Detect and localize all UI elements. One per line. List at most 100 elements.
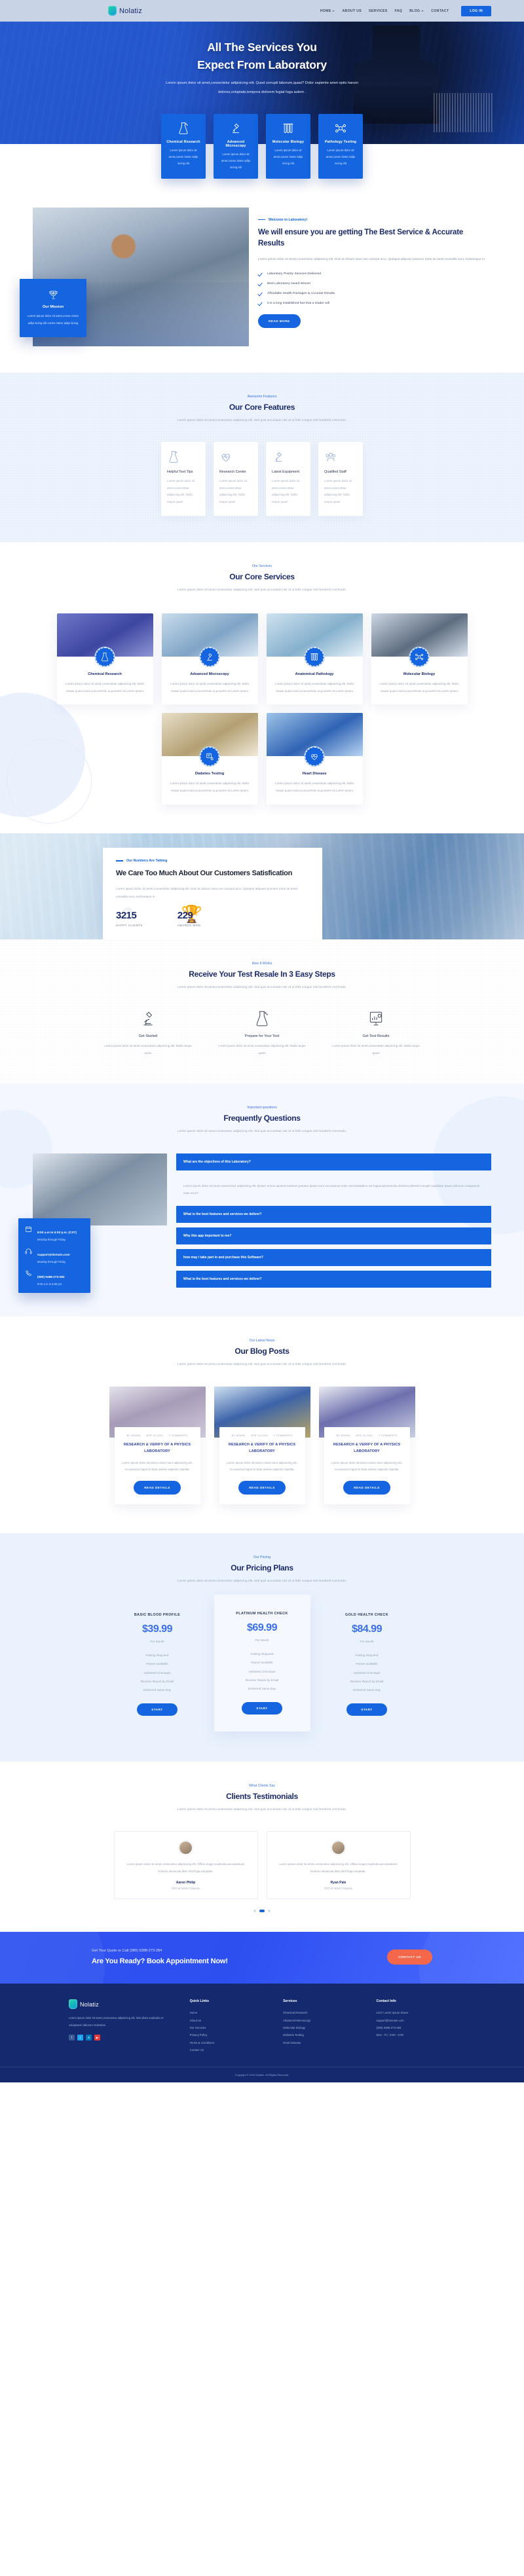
faq-question-header[interactable]: What is the best features and services w… bbox=[176, 1271, 491, 1288]
footer-link[interactable]: Home bbox=[190, 2009, 269, 2016]
service-card[interactable]: Molecular Biology Lorem ipsum dolor sit … bbox=[371, 613, 468, 705]
youtube-icon[interactable]: ▶ bbox=[94, 2035, 100, 2041]
faq-tag: Important questions bbox=[247, 1106, 277, 1110]
pricing-card[interactable]: BASIC BLOOD PROFILE $39.99 Per Month Fas… bbox=[109, 1603, 206, 1728]
how-title: Receive Your Test Resale In 3 Easy Steps bbox=[189, 970, 335, 979]
nav-item-faq[interactable]: FAQ bbox=[395, 9, 403, 13]
plan-feature: Receive Report by Email bbox=[350, 1680, 384, 1684]
faq-question-header[interactable]: What are the objectives of this Laborato… bbox=[176, 1153, 491, 1170]
service-card[interactable]: Chemical Research Lorem ipsum dolor sit … bbox=[56, 613, 153, 705]
plan-start-button[interactable]: START bbox=[137, 1703, 178, 1716]
read-details-button[interactable]: READ DETAILS bbox=[238, 1480, 286, 1495]
flask-icon bbox=[95, 647, 115, 666]
nav-item-contact[interactable]: CONTACT bbox=[431, 9, 449, 13]
top-service-card[interactable]: Molecular Biology Lorem ipsum dolor sit … bbox=[266, 114, 310, 179]
service-title: Advanced Microscopy bbox=[190, 672, 229, 676]
faq-question-header[interactable]: how may i take part in and purchase this… bbox=[176, 1249, 491, 1267]
footer-link[interactable]: About Us bbox=[190, 2017, 269, 2024]
counter-lead: Lorem ipsum dolor sit amet,consectetur a… bbox=[116, 887, 298, 899]
top-service-title: Chemical Research bbox=[166, 140, 200, 144]
nav-item-blog[interactable]: BLOG bbox=[409, 9, 424, 13]
service-card[interactable]: Heart Disease Lorem ipsum dolor sit amet… bbox=[266, 713, 363, 805]
carousel-dots[interactable] bbox=[33, 1910, 491, 1913]
service-text: Lorem ipsum dolor sit amet,consectetur a… bbox=[170, 681, 249, 693]
footer-link[interactable]: Contact Us bbox=[190, 2046, 269, 2054]
footer-link[interactable]: Privacy Policy bbox=[190, 2031, 269, 2039]
login-button[interactable]: LOG IN bbox=[461, 5, 491, 16]
report-icon bbox=[330, 1009, 422, 1028]
carousel-dot[interactable] bbox=[268, 1910, 271, 1913]
footer-link[interactable]: Advanced Microscopy bbox=[283, 2017, 362, 2024]
plan-feature: Fasting Required bbox=[355, 1654, 379, 1658]
logo-gem-icon bbox=[108, 6, 117, 16]
facebook-icon[interactable]: f bbox=[69, 2035, 75, 2041]
plan-start-button[interactable]: START bbox=[346, 1703, 387, 1716]
feature-card[interactable]: Research Center Lorem ipsum dolor sit am… bbox=[214, 442, 258, 517]
faq-question-header[interactable]: Why this app important to me? bbox=[176, 1227, 491, 1245]
footer-contact-item[interactable]: (080) 5388-273-284 bbox=[377, 2024, 455, 2031]
footer-link[interactable]: Heart Disease bbox=[283, 2039, 362, 2046]
top-service-card[interactable]: Chemical Research Lorem ipsum dolor sit … bbox=[161, 114, 206, 179]
feature-card[interactable]: Latest Equipment Lorem ipsum dolor sit a… bbox=[266, 442, 310, 517]
plan-feature: Unlimited Checkups bbox=[248, 1669, 276, 1673]
nav-item-services[interactable]: SERVICES bbox=[369, 9, 388, 13]
footer-contact-item[interactable]: support@domain.com bbox=[377, 2017, 455, 2024]
twitter-icon[interactable]: t bbox=[77, 2035, 83, 2041]
blog-post-title[interactable]: RESEARCH & VERIFY OF A PHYSICS LABORATOR… bbox=[227, 1442, 298, 1455]
footer-link[interactable]: Molecular Biology bbox=[283, 2024, 362, 2031]
service-card[interactable]: Diabetes Testing Lorem ipsum dolor sit a… bbox=[161, 713, 258, 805]
plan-features: Fasting Required Report available Unlimi… bbox=[116, 1651, 199, 1695]
footer-link[interactable]: Terms & Conditions bbox=[190, 2039, 269, 2046]
blog-card[interactable]: BY ADMIN APR 10,2020 7 COMMENTS RESEARCH &… bbox=[318, 1386, 415, 1504]
footer-link[interactable]: Diabetes Testing bbox=[283, 2031, 362, 2039]
faq-question-header[interactable]: What is the best features and services w… bbox=[176, 1206, 491, 1224]
feature-card[interactable]: Qualified Staff Lorem ipsum dolor sit am… bbox=[318, 442, 363, 517]
plan-feature: Fasting Required bbox=[145, 1654, 169, 1658]
service-card[interactable]: Anatomical Pathology Lorem ipsum dolor s… bbox=[266, 613, 363, 705]
carousel-dot[interactable] bbox=[253, 1910, 256, 1913]
footer-link[interactable]: Chemical Research bbox=[283, 2009, 362, 2016]
flask-icon bbox=[216, 1009, 308, 1028]
top-service-card[interactable]: Pathology Testing Lorem ipsum dolor sit … bbox=[318, 114, 363, 179]
brand-name: Nolatiz bbox=[119, 7, 143, 15]
footer-link[interactable]: Our Services bbox=[190, 2024, 269, 2031]
hero-title-line1: All The Services You bbox=[207, 41, 317, 54]
step-title: Prepare for Your Test bbox=[244, 1034, 280, 1039]
blog-post-title[interactable]: RESEARCH & VERIFY OF A PHYSICS LABORATOR… bbox=[122, 1442, 193, 1455]
nav-item-about[interactable]: ABOUT US bbox=[342, 9, 362, 13]
carousel-dot-active[interactable] bbox=[259, 1910, 265, 1913]
blog-post-text: Lorem ipsum dolor sit amet,consec tetur … bbox=[122, 1460, 193, 1472]
cta-contact-button[interactable]: CONTACT US bbox=[387, 1950, 432, 1965]
plan-start-button[interactable]: START bbox=[242, 1701, 282, 1714]
stat-number: 3215 bbox=[116, 910, 137, 922]
brand-logo[interactable]: Nolatiz bbox=[108, 6, 142, 16]
contact-info-box: 8:00 a.m to 6:00 p.m. (CST) Monday throug… bbox=[18, 1218, 90, 1294]
blog-post-title[interactable]: RESEARCH & VERIFY OF A PHYSICS LABORATOR… bbox=[331, 1442, 403, 1455]
read-details-button[interactable]: READ DETAILS bbox=[134, 1480, 181, 1495]
cta-section: Get Your Quote or Call (080) 5388-273-28… bbox=[0, 1932, 524, 1984]
service-title: Anatomical Pathology bbox=[295, 672, 334, 676]
pricing-card[interactable]: GOLD HEALTH CHECK $84.99 Per Month Fasti… bbox=[319, 1603, 415, 1728]
service-card[interactable]: Advanced Microscopy Lorem ipsum dolor si… bbox=[161, 613, 258, 705]
testimonials-tag: What Clients Say bbox=[249, 1783, 275, 1788]
blog-card[interactable]: BY ADMIN APR 10,2020 7 COMMENTS RESEARCH &… bbox=[214, 1386, 310, 1504]
service-title: Chemical Research bbox=[88, 672, 122, 676]
features-section: Awesome Features Our Core Features Lorem… bbox=[0, 372, 524, 543]
footer-logo[interactable]: Nolatiz bbox=[69, 1999, 176, 2010]
services-tag: Our Services bbox=[252, 564, 272, 569]
pricing-card-featured[interactable]: PLATINUM HEALTH CHECK $69.99 Per Month F… bbox=[214, 1595, 310, 1732]
testimonials-title: Clients Testimonials bbox=[226, 1791, 298, 1801]
plan-feature: Unlimited Checkups bbox=[353, 1671, 381, 1675]
top-service-card[interactable]: Advanced Microscopy Lorem ipsum dolor si… bbox=[214, 114, 258, 179]
site-footer: Nolatiz Lorem ipsum dolor sit amet,conse… bbox=[0, 1984, 524, 2083]
read-details-button[interactable]: READ DETAILS bbox=[343, 1480, 390, 1495]
feature-title: Research Center bbox=[219, 470, 246, 475]
about-read-more-button[interactable]: READ MORE bbox=[258, 314, 301, 328]
feature-card[interactable]: Helpful Test Tips Lorem ipsum dolor sit … bbox=[161, 442, 206, 517]
linkedin-icon[interactable]: in bbox=[86, 2035, 92, 2041]
services-sub: Lorem ipsum dolor sit amet,consectetur a… bbox=[177, 589, 347, 592]
step-item: Get Test Results Lorem ipsum dolor sit a… bbox=[330, 1009, 422, 1057]
blog-card[interactable]: BY ADMIN APR 10,2020 7 COMMENTS RESEARCH &… bbox=[109, 1386, 206, 1504]
plan-feature: Unlimited Checkups bbox=[143, 1671, 171, 1675]
nav-item-home[interactable]: HOME bbox=[320, 9, 335, 13]
